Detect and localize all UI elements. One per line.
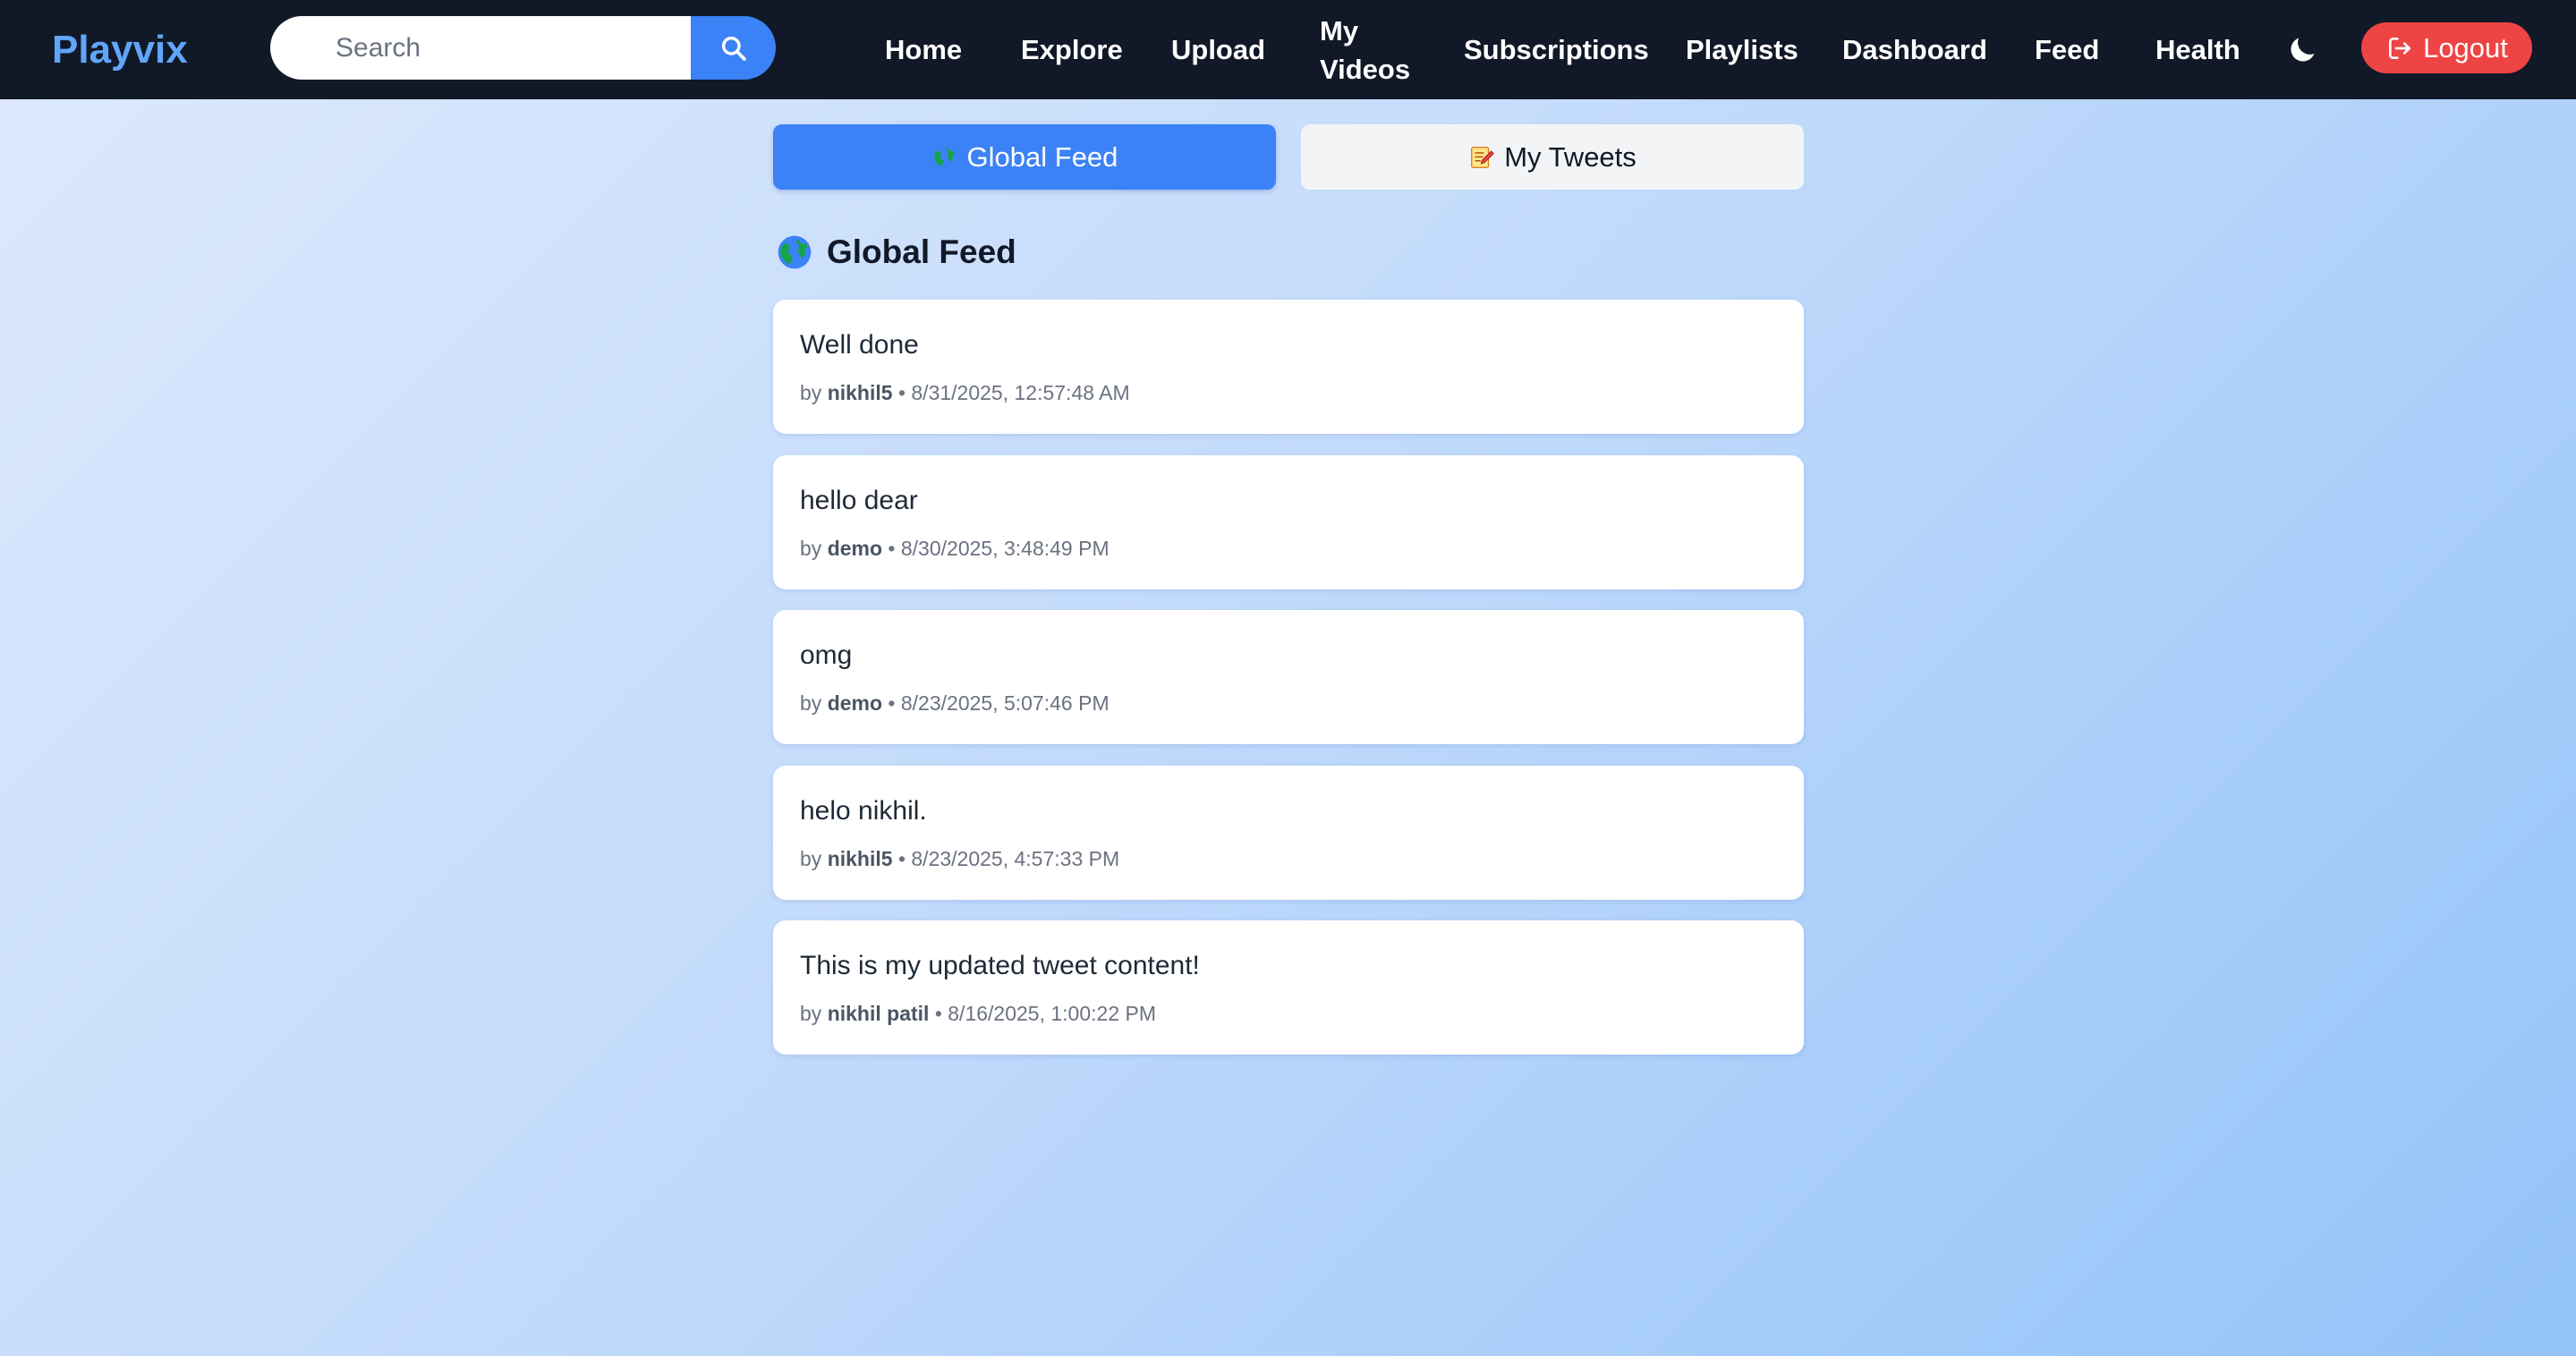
tweet-separator: • xyxy=(934,1002,942,1025)
tweet-separator: • xyxy=(888,691,896,715)
tweet-by: by xyxy=(800,846,822,870)
nav-my-videos[interactable]: My Videos xyxy=(1320,0,1410,99)
tweet-author: demo xyxy=(827,691,883,715)
tweet-card: helo nikhil. by nikhil5 • 8/23/2025, 4:5… xyxy=(773,765,1804,900)
nav-health[interactable]: Health xyxy=(2155,0,2240,99)
memo-icon xyxy=(1471,146,1495,168)
tweet-author: nikhil5 xyxy=(827,381,893,404)
search-input[interactable] xyxy=(270,16,691,80)
moon-icon xyxy=(2291,38,2315,62)
tweet-meta: by nikhil5 • 8/23/2025, 4:57:33 PM xyxy=(800,847,1119,871)
tweet-meta: by nikhil patil • 8/16/2025, 1:00:22 PM xyxy=(800,1002,1156,1026)
search-icon xyxy=(721,36,746,61)
tweet-by: by xyxy=(800,536,822,560)
nav-explore[interactable]: Explore xyxy=(1021,0,1123,99)
tweet-timestamp: 8/23/2025, 5:07:46 PM xyxy=(900,691,1109,715)
brand-logo[interactable]: Playvix xyxy=(52,0,188,99)
tweet-card: Well done by nikhil5 • 8/31/2025, 12:57:… xyxy=(773,300,1804,434)
tweet-timestamp: 8/31/2025, 12:57:48 AM xyxy=(911,381,1130,404)
tweet-content: omg xyxy=(800,640,853,670)
theme-toggle-button[interactable] xyxy=(2285,33,2319,67)
tweet-separator: • xyxy=(888,536,896,560)
tweet-card: This is my updated tweet content! by nik… xyxy=(773,920,1804,1055)
tweet-feed-list: Well done by nikhil5 • 8/31/2025, 12:57:… xyxy=(773,300,1804,1076)
logout-button[interactable]: Logout xyxy=(2361,22,2532,73)
tweet-author: nikhil5 xyxy=(827,846,893,870)
globe-icon xyxy=(931,144,957,170)
tweet-content: This is my updated tweet content! xyxy=(800,951,1200,980)
tweet-author: demo xyxy=(827,536,883,560)
globe-icon xyxy=(778,235,812,269)
nav-upload[interactable]: Upload xyxy=(1171,0,1265,99)
tweet-card: omg by demo • 8/23/2025, 5:07:46 PM xyxy=(773,610,1804,744)
tab-my-tweets-label: My Tweets xyxy=(1504,140,1637,173)
top-navbar: Playvix Home Explore Upload My Videos Su… xyxy=(0,0,2576,99)
nav-subscriptions[interactable]: Subscriptions xyxy=(1464,0,1649,99)
tweet-card: hello dear by demo • 8/30/2025, 3:48:49 … xyxy=(773,454,1804,589)
tweet-meta: by demo • 8/30/2025, 3:48:49 PM xyxy=(800,537,1109,561)
tweet-content: helo nikhil. xyxy=(800,795,927,826)
tweet-by: by xyxy=(800,381,822,404)
search-bar xyxy=(270,16,776,80)
tweet-meta: by nikhil5 • 8/31/2025, 12:57:48 AM xyxy=(800,381,1130,405)
tweet-separator: • xyxy=(897,846,905,870)
nav-dashboard[interactable]: Dashboard xyxy=(1842,0,1987,99)
nav-playlists[interactable]: Playlists xyxy=(1686,0,1798,99)
tweet-by: by xyxy=(800,691,822,715)
tab-my-tweets[interactable]: My Tweets xyxy=(1301,124,1804,190)
tweet-timestamp: 8/16/2025, 1:00:22 PM xyxy=(948,1002,1156,1025)
tweet-content: hello dear xyxy=(800,485,918,515)
tweet-timestamp: 8/23/2025, 4:57:33 PM xyxy=(911,846,1120,870)
nav-home[interactable]: Home xyxy=(885,0,962,99)
search-button[interactable] xyxy=(691,16,776,80)
page-title: Global Feed xyxy=(777,227,1016,277)
tweet-separator: • xyxy=(897,381,905,404)
nav-feed[interactable]: Feed xyxy=(2035,0,2099,99)
tab-global-feed-label: Global Feed xyxy=(966,140,1118,173)
tweet-timestamp: 8/30/2025, 3:48:49 PM xyxy=(900,536,1109,560)
tweet-author: nikhil patil xyxy=(827,1002,930,1025)
logout-icon xyxy=(2389,37,2411,59)
tab-global-feed[interactable]: Global Feed xyxy=(773,124,1276,190)
tweet-meta: by demo • 8/23/2025, 5:07:46 PM xyxy=(800,691,1109,716)
tweet-by: by xyxy=(800,1002,822,1025)
tweet-content: Well done xyxy=(800,330,919,360)
logout-label: Logout xyxy=(2423,31,2508,64)
page-title-text: Global Feed xyxy=(827,233,1016,270)
